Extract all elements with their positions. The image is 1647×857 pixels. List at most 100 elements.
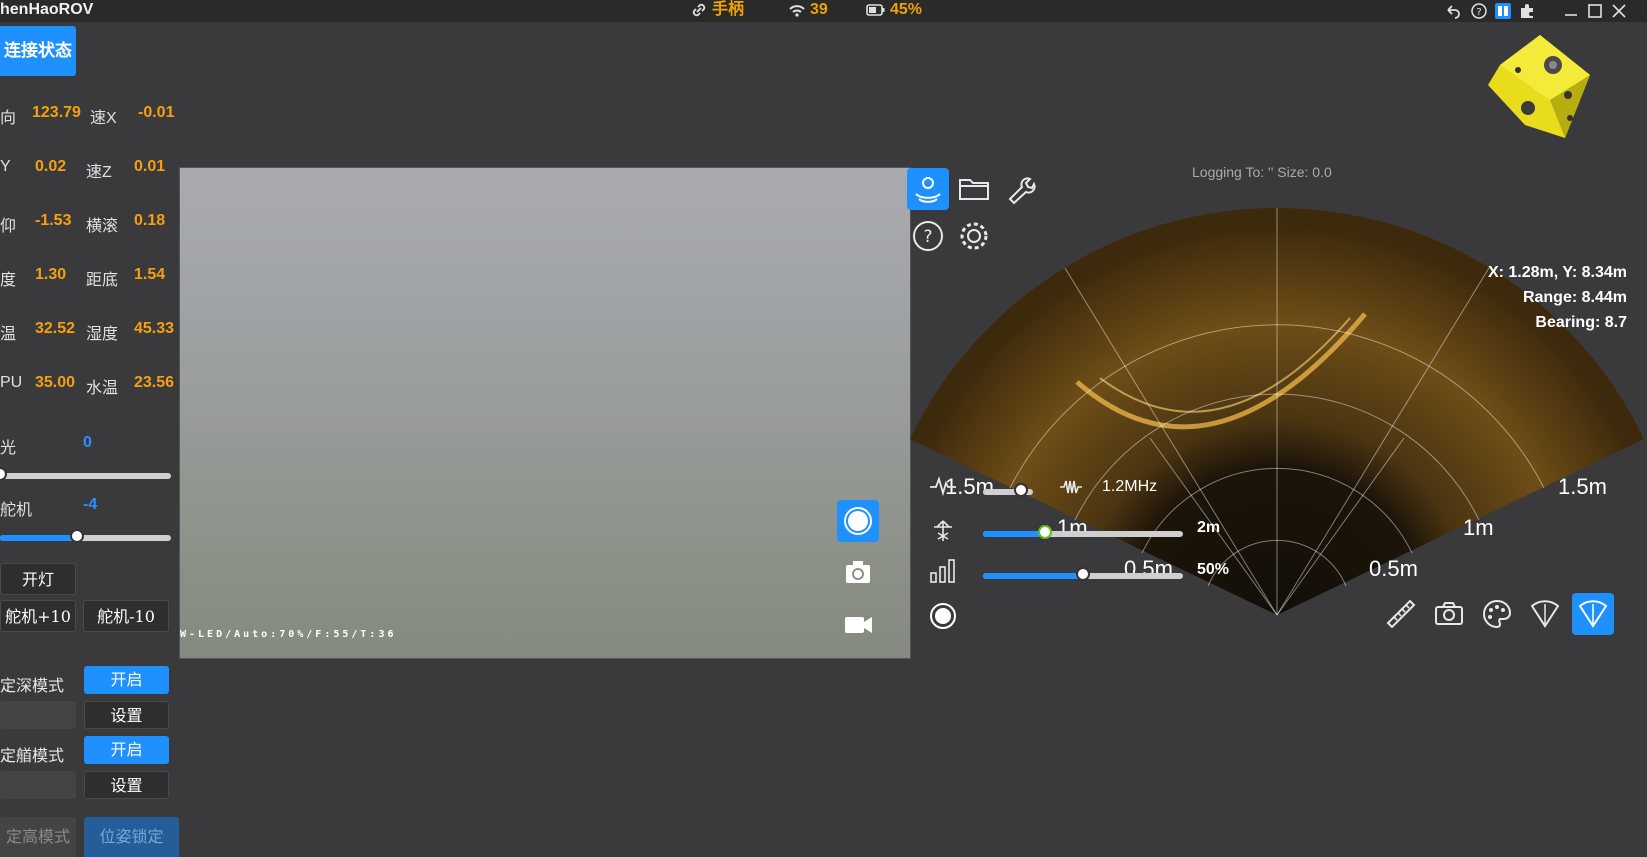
frequency-icon	[928, 471, 958, 501]
gain-slider-fill	[983, 573, 1083, 579]
telemetry-y-value: 0.02	[35, 158, 67, 175]
battery-value: 45%	[890, 1, 923, 18]
light-value: 0	[83, 434, 92, 451]
light-slider[interactable]	[0, 467, 171, 481]
telemetry-speed-x: 速X	[90, 110, 117, 127]
gain-value: 50%	[1197, 561, 1230, 578]
signal-value: 39	[810, 1, 828, 18]
joystick-label: 手柄	[712, 1, 745, 18]
telemetry-altitude: 距底	[86, 272, 119, 289]
sonar-panel: ? Logging To: '' Size: 0.0 X: 1.28m, Y: …	[907, 164, 1647, 668]
minimize-icon[interactable]	[1562, 2, 1580, 20]
telemetry-speed-x-value: -0.01	[138, 104, 175, 121]
plugin-icon[interactable]	[1518, 2, 1536, 20]
help-circle-icon[interactable]: ?	[907, 215, 949, 257]
logging-text: Logging To: '' Size: 0.0	[1192, 164, 1332, 180]
signal-status: 39	[788, 0, 828, 20]
svg-text:?: ?	[1476, 7, 1481, 18]
gear-icon[interactable]	[953, 215, 995, 257]
link-icon	[690, 1, 708, 19]
battery-status: 45%	[866, 0, 922, 20]
video-osd-text: W-LED/Auto:70%/F:55/T:36	[180, 629, 397, 640]
fan-view-icon[interactable]	[1572, 593, 1614, 635]
altitude-mode-button[interactable]: 定高模式	[0, 817, 76, 857]
palette-icon[interactable]	[1476, 593, 1518, 635]
battery-icon	[866, 3, 886, 17]
sonar-camera-icon[interactable]	[1428, 593, 1470, 635]
ruler-icon[interactable]	[1380, 593, 1422, 635]
telemetry-depth: 度	[0, 272, 17, 289]
servo-minus-button[interactable]: 舵机-10	[83, 600, 169, 632]
telemetry-temp-value: 32.52	[35, 320, 76, 337]
video-feed[interactable]: W-LED/Auto:70%/F:55/T:36	[180, 168, 910, 658]
servo-label: 舵机	[0, 502, 33, 519]
maximize-icon[interactable]	[1586, 2, 1604, 20]
telemetry-speed-z: 速Z	[86, 164, 112, 181]
app-title: henHaoROV	[0, 1, 94, 18]
video-record-icon[interactable]	[837, 604, 879, 646]
joystick-status: 手柄	[690, 0, 744, 20]
frequency-slider-knob[interactable]	[1013, 483, 1028, 497]
heading-mode-label: 定艏模式	[0, 746, 65, 765]
depth-mode-on-button[interactable]: 开启	[84, 666, 169, 694]
gain-slider-knob[interactable]	[1076, 567, 1090, 581]
telemetry-humidity-value: 45.33	[134, 320, 175, 337]
range-label-left-mid: 1m	[1057, 515, 1088, 540]
light-label: 光	[0, 440, 17, 457]
telemetry-pitch: 仰	[0, 218, 17, 235]
telemetry-speed-z-value: 0.01	[134, 158, 166, 175]
layout-icon[interactable]	[1494, 2, 1512, 20]
depth-value-input[interactable]	[0, 701, 76, 729]
range-label-right-inner: 0.5m	[1369, 556, 1418, 581]
wifi-icon	[788, 1, 806, 19]
sonar-mode-icon[interactable]	[907, 168, 949, 210]
range-slider-fill	[983, 531, 1045, 537]
telemetry-temp: 温	[0, 326, 17, 343]
range-antenna-icon	[928, 513, 958, 543]
attitude-lock-button[interactable]: 位姿锁定	[84, 817, 179, 857]
heading-mode-on-button[interactable]: 开启	[84, 736, 169, 764]
depth-set-button[interactable]: 设置	[84, 701, 169, 729]
undo-icon[interactable]	[1444, 2, 1462, 20]
snapshot-icon[interactable]	[837, 552, 879, 594]
telemetry-roll-value: 0.18	[134, 212, 166, 229]
frequency-value: 1.2MHz	[1102, 478, 1158, 495]
gain-slider[interactable]	[983, 567, 1183, 581]
help-icon[interactable]: ?	[1470, 2, 1488, 20]
range-slider[interactable]	[983, 525, 1183, 539]
wrench-icon[interactable]	[999, 168, 1041, 210]
range-slider-knob[interactable]	[1038, 525, 1052, 539]
telemetry-heading: 向	[0, 110, 17, 127]
rov-model-view[interactable]	[1480, 30, 1600, 145]
folder-icon[interactable]	[953, 168, 995, 210]
telemetry-cpu-value: 35.00	[35, 374, 76, 391]
telemetry-roll: 横滚	[86, 218, 119, 235]
telemetry-altitude-value: 1.54	[134, 266, 166, 283]
servo-slider-knob[interactable]	[69, 529, 84, 543]
servo-value: -4	[83, 496, 98, 513]
telemetry-humidity: 湿度	[86, 326, 119, 343]
light-slider-knob[interactable]	[0, 467, 7, 481]
telemetry-heading-value: 123.79	[32, 104, 81, 121]
heading-set-button[interactable]: 设置	[84, 771, 169, 799]
range-label-right-outer: 1.5m	[1558, 474, 1607, 499]
title-bar: henHaoROV 手柄 39 45% ?	[0, 0, 1647, 22]
cursor-xy: X: 1.28m, Y: 8.34m	[1487, 264, 1627, 281]
servo-plus-button[interactable]: 舵机+10	[0, 600, 76, 632]
record-toggle-icon[interactable]	[837, 500, 879, 542]
high-frequency-icon[interactable]	[1058, 471, 1088, 501]
sonar-record-icon[interactable]	[928, 601, 958, 631]
telemetry-cpu: PU	[0, 374, 23, 391]
cursor-bearing: Bearing: 8.7	[1535, 314, 1627, 331]
telemetry-y: Y	[0, 158, 11, 175]
gain-bars-icon	[928, 555, 958, 585]
frequency-slider[interactable]	[983, 483, 1033, 497]
servo-slider[interactable]	[0, 529, 171, 543]
light-on-button[interactable]: 开灯	[0, 563, 76, 595]
heading-value-input[interactable]	[0, 771, 76, 799]
sector-view-icon[interactable]	[1524, 593, 1566, 635]
cursor-range: Range: 8.44m	[1522, 289, 1627, 306]
svg-text:?: ?	[923, 227, 932, 247]
connection-status-button[interactable]: 连接状态	[0, 26, 76, 76]
close-icon[interactable]	[1610, 2, 1628, 20]
